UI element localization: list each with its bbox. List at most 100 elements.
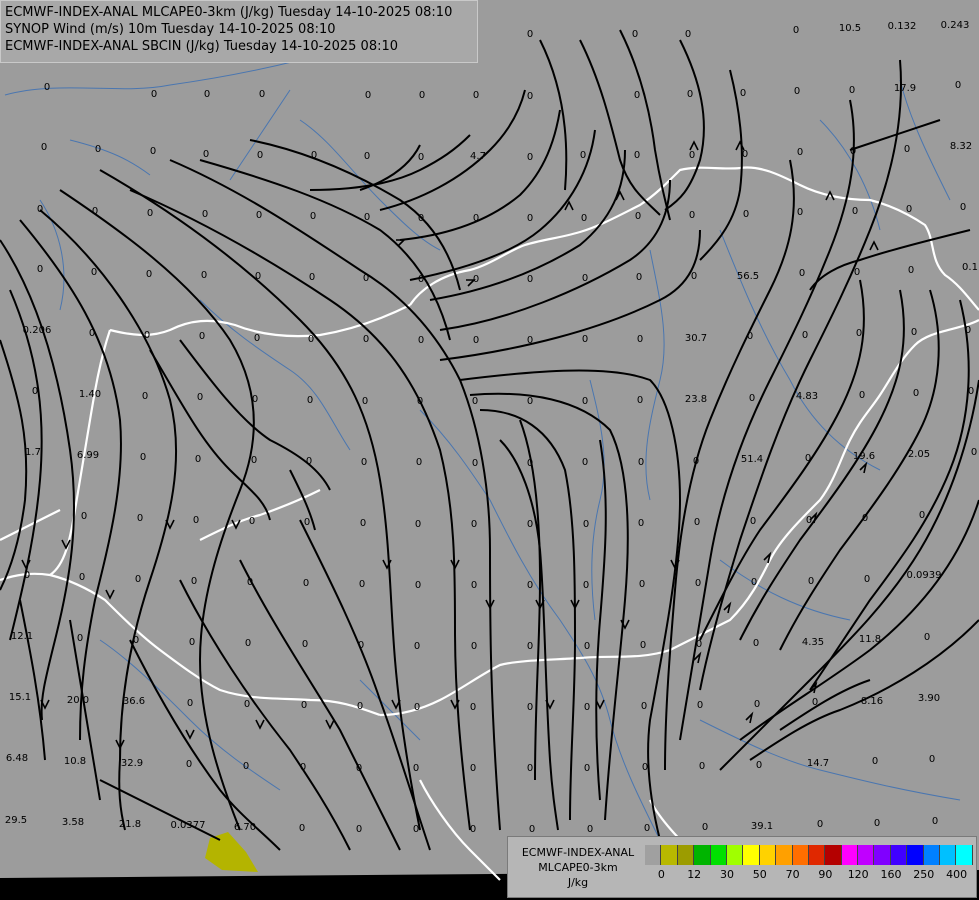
cape-value-label: 0 — [356, 824, 362, 835]
cape-value-label: 0 — [363, 273, 369, 284]
cape-value-label: 0 — [473, 90, 479, 101]
cape-value-label: 0 — [363, 334, 369, 345]
cape-value-label: 0 — [932, 816, 938, 827]
legend-swatch — [956, 845, 973, 865]
cape-value-label: 0 — [874, 818, 880, 829]
cape-value-label: 0 — [309, 272, 315, 283]
cape-value-label: 0 — [696, 639, 702, 650]
cape-value-label: 0 — [251, 455, 257, 466]
cape-value-label: 0 — [415, 580, 421, 591]
cape-value-label: 0 — [202, 209, 208, 220]
legend-swatch — [858, 845, 875, 865]
cape-value-label: 0 — [527, 91, 533, 102]
cape-value-label: 0 — [639, 579, 645, 590]
cape-value-label: 0 — [756, 760, 762, 771]
cape-value-label: 0 — [694, 517, 700, 528]
cape-value-label: 14.7 — [807, 758, 829, 769]
cape-value-label: 0 — [960, 202, 966, 213]
cape-value-label: 0 — [77, 633, 83, 644]
legend-title-line1: ECMWF-INDEX-ANAL — [521, 846, 635, 859]
cape-value-label: 0 — [702, 822, 708, 833]
cape-value-label: 0 — [259, 89, 265, 100]
cape-value-label: 0 — [301, 700, 307, 711]
cape-value-label: 0 — [44, 82, 50, 93]
cape-value-label: 0 — [416, 457, 422, 468]
cape-value-label: 0 — [965, 325, 971, 336]
cape-value-label: 0 — [257, 150, 263, 161]
cape-value-label: 0 — [303, 578, 309, 589]
legend-ticks: 0 12 30 50 70 90 120 160 250 400 — [645, 868, 972, 882]
cape-value-label: 0 — [311, 150, 317, 161]
cape-value-label: 12.1 — [11, 631, 33, 642]
cape-value-label: 0 — [751, 577, 757, 588]
cape-value-label: 3.58 — [62, 817, 84, 828]
cape-value-label: 0 — [470, 763, 476, 774]
cape-value-label: 0 — [689, 150, 695, 161]
map-info-box: ECMWF-INDEX-ANAL MLCAPE0-3km (J/kg) Tues… — [0, 0, 478, 63]
cape-value-label: 0 — [806, 515, 812, 526]
color-legend: ECMWF-INDEX-ANAL MLCAPE0-3km J/kg 0 12 30 5… — [507, 836, 977, 898]
cape-value-label: 8.32 — [950, 141, 972, 152]
cape-value-label: 30.7 — [685, 333, 707, 344]
legend-swatch — [743, 845, 760, 865]
cape-value-label: 0 — [306, 456, 312, 467]
cape-value-label: 0 — [793, 25, 799, 36]
cape-value-label: 0 — [644, 823, 650, 834]
legend-swatch — [677, 845, 695, 865]
legend-title-line2: MLCAPE0-3km — [538, 861, 618, 874]
legend-unit: J/kg — [567, 876, 589, 889]
cape-value-label: 10.8 — [64, 756, 86, 767]
cape-value-label: 0 — [584, 702, 590, 713]
cape-value-label: 0 — [358, 640, 364, 651]
cape-value-label: 0 — [749, 393, 755, 404]
info-line-wind: SYNOP Wind (m/s) 10m Tuesday 14-10-2025 … — [5, 22, 336, 37]
cape-value-label: 0 — [201, 270, 207, 281]
cape-value-label: 0 — [527, 580, 533, 591]
cape-value-label: 0 — [150, 146, 156, 157]
cape-value-label: 6.48 — [6, 753, 28, 764]
legend-tick-label: 30 — [720, 868, 734, 881]
legend-swatch — [645, 845, 662, 865]
cape-value-label: 6.70 — [234, 822, 256, 833]
cape-value-label: 0 — [204, 89, 210, 100]
cape-value-label: 0 — [753, 638, 759, 649]
legend-title: ECMWF-INDEX-ANAL MLCAPE0-3km J/kg — [512, 845, 644, 890]
cape-value-label: 0 — [872, 756, 878, 767]
cape-value-label: 0 — [742, 149, 748, 160]
cape-value-label: 0 — [689, 210, 695, 221]
cape-value-label: 0.0939 — [907, 570, 942, 581]
cape-value-label: 0 — [637, 395, 643, 406]
cape-value-label: 0 — [968, 386, 974, 397]
cape-value-label: 4.83 — [796, 391, 818, 402]
cape-value-label: 0 — [356, 763, 362, 774]
cape-value-label: 4.7 — [470, 151, 486, 162]
legend-swatch — [661, 845, 678, 865]
cape-value-label: 0 — [849, 85, 855, 96]
cape-value-label: 0 — [151, 89, 157, 100]
cape-value-label: 0 — [691, 271, 697, 282]
cape-value-label: 0 — [414, 702, 420, 713]
cape-value-label: 0 — [299, 823, 305, 834]
cape-value-label: 0 — [971, 447, 977, 458]
cape-value-label: 0 — [252, 394, 258, 405]
cape-value-label: 0 — [140, 452, 146, 463]
cape-value-label: 0 — [357, 701, 363, 712]
legend-tick-label: 90 — [818, 868, 833, 881]
cape-value-label: 0 — [418, 213, 424, 224]
cape-value-label: 0 — [527, 274, 533, 285]
cape-value-label: 0 — [697, 700, 703, 711]
cape-value-label: 0 — [582, 396, 588, 407]
cape-value-label: 0 — [142, 391, 148, 402]
cape-value-label: 0 — [307, 395, 313, 406]
cape-value-label: 0 — [817, 819, 823, 830]
legend-swatch — [841, 845, 859, 865]
cape-value-label: 0 — [754, 699, 760, 710]
legend-swatch — [694, 845, 711, 865]
cape-value-label: 0 — [37, 264, 43, 275]
cape-value-label: 0 — [583, 580, 589, 591]
cape-value-label: 0 — [750, 516, 756, 527]
cape-value-label: 0 — [584, 641, 590, 652]
legend-tick-label: 400 — [946, 868, 968, 881]
cape-value-label: 0 — [904, 144, 910, 155]
cape-value-label: 0 — [794, 86, 800, 97]
